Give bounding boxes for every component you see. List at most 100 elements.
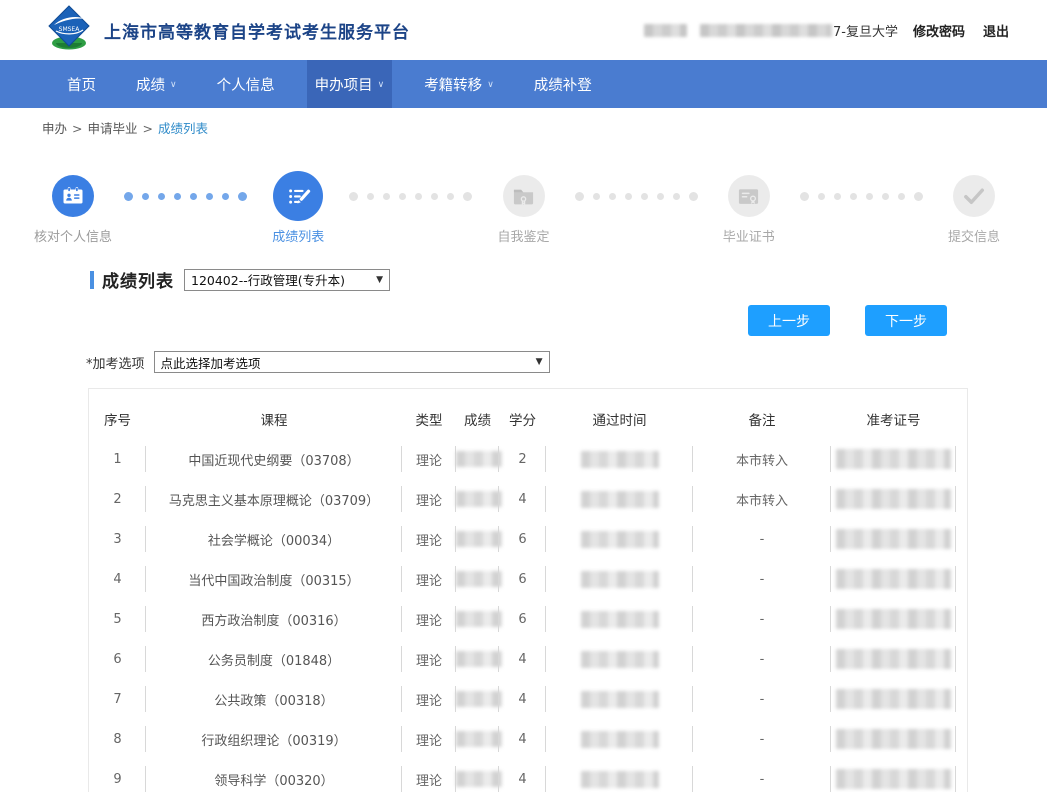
cell-no: 7: [89, 692, 146, 707]
redacted-pass_time: [581, 691, 659, 708]
wizard-step-circle: [52, 171, 94, 221]
score-table-header: 序号课程类型成绩学分通过时间备注准考证号: [89, 399, 967, 439]
redacted-ticket_no: [836, 529, 951, 549]
cell-type: 理论: [402, 650, 456, 669]
dropdown-arrow-icon: ▼: [536, 357, 543, 367]
progress-dot: [174, 193, 181, 200]
breadcrumb-item: 成绩列表: [158, 121, 208, 136]
cell-type: 理论: [402, 570, 456, 589]
redacted-score: [456, 531, 502, 547]
table-row: 8行政组织理论（00319）理论4-: [89, 719, 967, 759]
wizard-step-self-evaluation: 自我鉴定: [481, 171, 567, 246]
redacted-pass_time: [581, 611, 659, 628]
redacted-score: [456, 651, 502, 667]
chevron-down-icon: ∨: [170, 80, 177, 90]
table-row: 2马克思主义基本原理概论（03709）理论4本市转入: [89, 479, 967, 519]
cell-type: 理论: [402, 730, 456, 749]
nav-item-label: 首页: [67, 74, 96, 95]
progress-dot: [447, 193, 454, 200]
cell-type: 理论: [402, 530, 456, 549]
cell-score: [456, 491, 499, 507]
redacted-score: [456, 611, 502, 627]
redacted-ticket_no: [836, 449, 951, 469]
cell-remark: -: [693, 532, 831, 547]
cell-remark: -: [693, 572, 831, 587]
cell-credit: 4: [499, 732, 546, 747]
column-header-type: 类型: [402, 409, 456, 429]
cell-ticket_no: [831, 569, 956, 589]
redacted-ticket_no: [836, 769, 951, 789]
check-icon: [953, 175, 995, 217]
nav-item-registry-transfer[interactable]: 考籍转移∨: [416, 60, 502, 108]
cell-credit: 2: [499, 452, 546, 467]
progress-dot: [625, 193, 632, 200]
wizard-progress-dots: [341, 171, 480, 201]
column-header-pass_time: 通过时间: [546, 409, 693, 429]
table-row: 4当代中国政治制度（00315）理论6-: [89, 559, 967, 599]
major-select[interactable]: 120402--行政管理(专升本) ▼: [184, 269, 390, 291]
cell-ticket_no: [831, 449, 956, 469]
cell-no: 9: [89, 772, 146, 787]
cell-credit: 4: [499, 652, 546, 667]
score-table-body: 1中国近现代史纲要（03708）理论2本市转入2马克思主义基本原理概论（0370…: [89, 439, 967, 792]
column-header-credit: 学分: [499, 409, 546, 429]
redacted-ticket_no: [836, 569, 951, 589]
progress-dot: [575, 192, 584, 201]
progress-dot: [800, 192, 809, 201]
next-step-button[interactable]: 下一步: [865, 305, 947, 336]
progress-dot: [898, 193, 905, 200]
cell-remark: 本市转入: [693, 490, 831, 509]
smsea-logo-icon: SMSEA: [44, 4, 94, 56]
extra-exam-option-select[interactable]: 点此选择加考选项 ▼: [154, 351, 550, 373]
cell-no: 5: [89, 612, 146, 627]
score-list-heading: 成绩列表: [102, 267, 174, 292]
nav-item-application-items[interactable]: 申办项目∨: [307, 60, 393, 108]
cell-credit: 4: [499, 692, 546, 707]
wizard-step-submit-info: 提交信息: [931, 171, 1017, 246]
prev-step-button[interactable]: 上一步: [748, 305, 830, 336]
cell-score: [456, 611, 499, 627]
column-header-remark: 备注: [693, 409, 831, 429]
progress-dot: [158, 193, 165, 200]
redacted-ticket_no: [836, 729, 951, 749]
progress-dot: [593, 193, 600, 200]
wizard-step-label: 成绩列表: [258, 229, 338, 246]
progress-dot: [689, 192, 698, 201]
cell-pass_time: [546, 451, 693, 468]
progress-dot: [818, 193, 825, 200]
cell-remark: -: [693, 652, 831, 667]
logout-link[interactable]: 退出: [983, 21, 1009, 40]
column-header-ticket_no: 准考证号: [831, 409, 956, 429]
nav-item-score-makeup[interactable]: 成绩补登: [526, 60, 600, 108]
cell-score: [456, 451, 499, 467]
breadcrumb-item[interactable]: 申办: [42, 121, 67, 136]
cell-remark: -: [693, 692, 831, 707]
page: SMSEA 上海市高等教育自学考试考生服务平台 7-复旦大学 修改密码 退出 首…: [0, 0, 1047, 792]
progress-dot: [238, 192, 247, 201]
cell-no: 8: [89, 732, 146, 747]
cell-credit: 6: [499, 612, 546, 627]
wizard-step-score-list: 成绩列表: [255, 171, 341, 246]
nav-item-scores[interactable]: 成绩∨: [128, 60, 185, 108]
redacted-user-name: [644, 24, 687, 37]
wizard-progress-dots: [116, 171, 255, 201]
breadcrumb-item[interactable]: 申请毕业: [88, 121, 138, 136]
wizard-progress-dots: [792, 171, 931, 201]
wizard-step-diploma: 毕业证书: [706, 171, 792, 246]
page-title: 上海市高等教育自学考试考生服务平台: [104, 18, 410, 43]
nav-item-home[interactable]: 首页: [59, 60, 104, 108]
redacted-pass_time: [581, 571, 659, 588]
progress-dot: [349, 192, 358, 201]
notepad-pencil-icon: [273, 171, 323, 221]
progress-dot: [850, 193, 857, 200]
redacted-pass_time: [581, 491, 659, 508]
progress-dot: [399, 193, 406, 200]
wizard-steps: 核对个人信息成绩列表自我鉴定毕业证书提交信息: [30, 171, 1017, 257]
cell-type: 理论: [402, 770, 456, 789]
nav-item-personal-info[interactable]: 个人信息: [209, 60, 283, 108]
cell-course: 当代中国政治制度（00315）: [146, 570, 402, 589]
nav-item-label: 成绩补登: [534, 74, 592, 95]
change-password-link[interactable]: 修改密码: [913, 21, 965, 40]
cell-credit: 4: [499, 772, 546, 787]
app-header: SMSEA 上海市高等教育自学考试考生服务平台 7-复旦大学 修改密码 退出: [0, 0, 1047, 60]
